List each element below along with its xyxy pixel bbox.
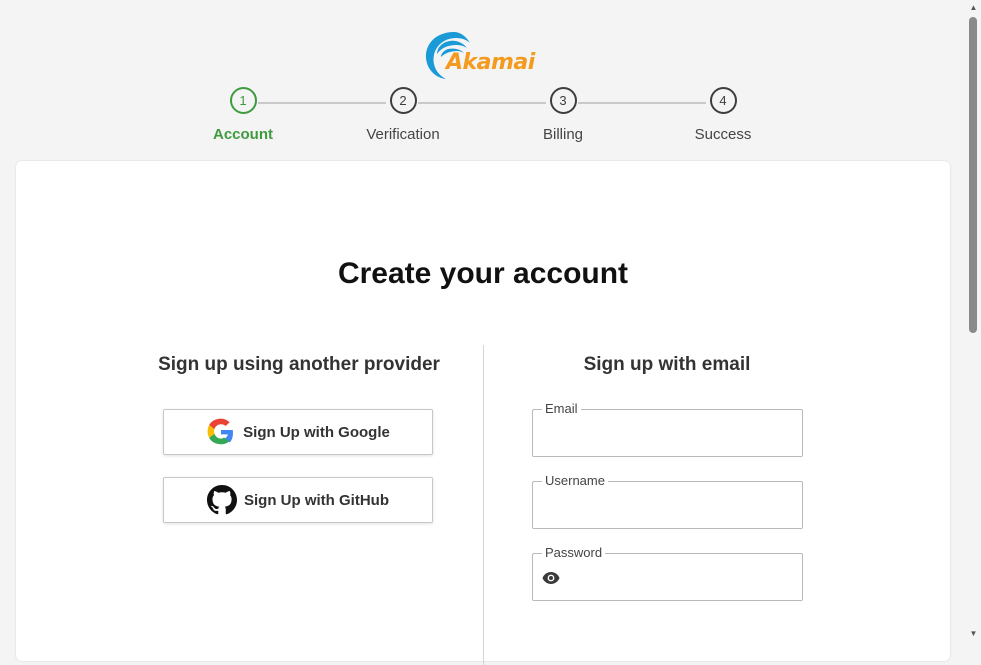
page-scrollbar[interactable]: ▲ ▼ — [966, 0, 981, 641]
provider-heading: Sign up using another provider — [158, 354, 440, 375]
step-label: Account — [213, 126, 273, 143]
email-input[interactable] — [543, 422, 792, 448]
step-account: 1 Account — [183, 86, 303, 143]
step-success: 4 Success — [663, 86, 783, 143]
google-button-label: Sign Up with Google — [243, 423, 390, 441]
step-label: Billing — [542, 126, 584, 143]
password-input[interactable] — [567, 566, 791, 592]
page-title: Create your account — [337, 257, 629, 290]
step-verification: 2 Verification — [343, 86, 463, 143]
step-label: Success — [694, 126, 752, 143]
password-label: Password — [542, 545, 606, 560]
logo-text: Akamai — [446, 50, 535, 75]
email-field: Email — [532, 401, 803, 457]
email-heading: Sign up with email — [583, 354, 751, 375]
step-number-circle: 2 — [389, 87, 417, 114]
scroll-down-arrow-icon[interactable]: ▼ — [966, 626, 981, 641]
signup-stepper: 1 Account 2 Verification 3 Billing 4 Suc… — [0, 86, 966, 156]
step-number-circle: 3 — [549, 87, 577, 114]
google-icon — [206, 417, 236, 447]
username-input[interactable] — [543, 494, 792, 520]
signup-card: Create your account Sign up using anothe… — [16, 161, 950, 665]
password-field: Password — [532, 545, 803, 601]
google-signup-button[interactable]: Sign Up with Google — [163, 409, 433, 455]
github-signup-button[interactable]: Sign Up with GitHub — [163, 477, 433, 523]
step-number-circle: 1 — [229, 87, 257, 114]
step-label: Verification — [366, 126, 440, 143]
eye-icon[interactable] — [542, 571, 560, 585]
email-label: Email — [542, 401, 581, 416]
step-billing: 3 Billing — [503, 86, 623, 143]
username-label: Username — [542, 473, 608, 488]
scrollbar-thumb[interactable] — [969, 17, 977, 333]
github-icon — [207, 485, 237, 515]
github-button-label: Sign Up with GitHub — [244, 491, 389, 509]
column-divider — [483, 345, 484, 665]
username-field: Username — [532, 473, 803, 529]
step-number-circle: 4 — [709, 87, 737, 114]
scroll-up-arrow-icon[interactable]: ▲ — [966, 0, 981, 15]
akamai-logo: Akamai — [424, 30, 548, 82]
